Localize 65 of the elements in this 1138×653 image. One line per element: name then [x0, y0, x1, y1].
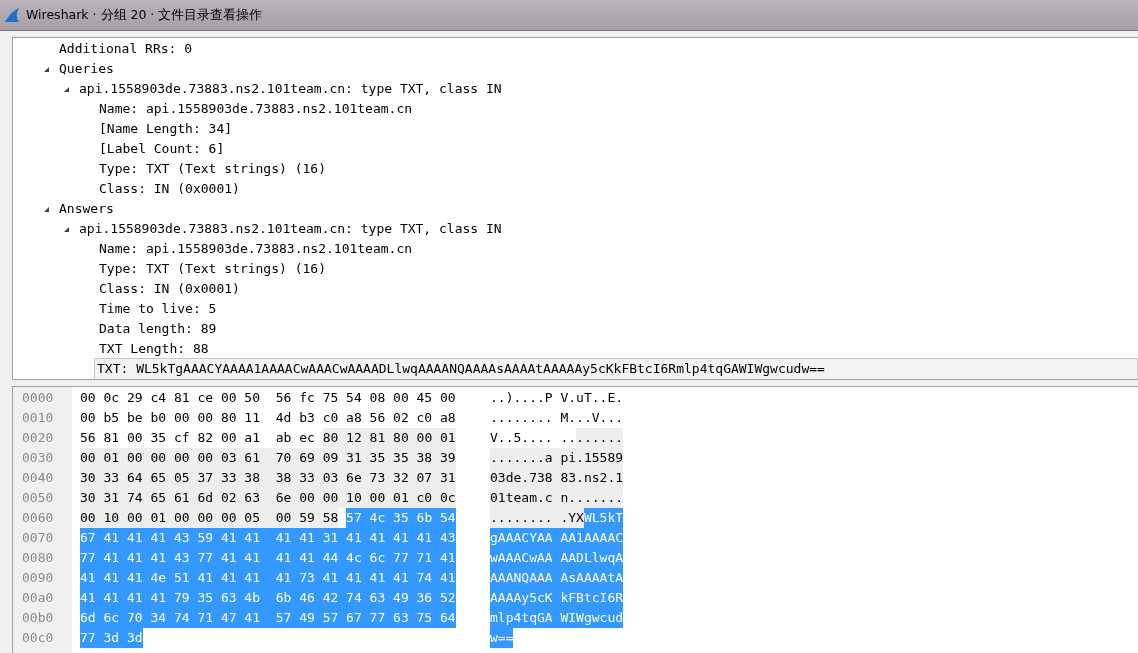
hex-bytes: 00 10 00 01 00 00 00 05 00 59 58: [80, 508, 339, 528]
ascii-text: gAAACYAA AA1AAAAC: [490, 528, 624, 548]
byte-offset: 0090: [22, 569, 55, 587]
expanded-arrow-icon[interactable]: [63, 225, 70, 233]
ascii-text: ........ .YX: [490, 508, 584, 528]
tree-item[interactable]: api.1558903de.73883.ns2.101team.cn: type TXT, class IN: [77, 219, 504, 239]
hex-bytes: 30 31 74 65 61 6d 02 63 6e 00 00 10 00 01 c0 0c: [80, 488, 456, 508]
byte-offset: 00a0: [22, 589, 55, 607]
ascii-text: 03de.738 83.ns2.1: [490, 468, 624, 488]
byte-offset: 0000: [22, 389, 55, 407]
hex-bytes: 30 33 64 65 05 37 33 38 38 33 03 6e 73 32 07 31: [80, 468, 456, 488]
ascii-text: wAAACwAA AADLlwqA: [490, 548, 624, 568]
tree-item[interactable]: TXT: WL5kTgAAACYAAAA1AAAACwAAACwAAAADLlwqAAAANQAAAAsAAAAtAAAAAy5cKkFBtcI6Rmlp4tqGAWIWgwcudw==: [94, 358, 1138, 379]
ascii-text: 01team.c n.......: [490, 488, 624, 508]
byte-offset: 0080: [22, 549, 55, 567]
byte-offset: 00c0: [22, 629, 55, 647]
hex-bytes: 57 4c 35 6b 54: [346, 508, 456, 528]
tree-item[interactable]: Type: TXT (Text strings) (16): [97, 259, 328, 279]
hex-bytes: 00 0c 29 c4 81 ce 00 50 56 fc 75 54 08 00 45 00: [80, 389, 456, 407]
ascii-text: .......a pi.15589: [490, 448, 624, 468]
ascii-text: ..)....P V.uT..E.: [490, 389, 624, 407]
hex-bytes: 41 41 41 4e 51 41 41 41 41 73 41 41 41 41 74 41: [80, 568, 456, 588]
ascii-text: mlp4tqGA WIWgwcud: [490, 608, 624, 628]
tree-item[interactable]: [Label Count: 6]: [97, 139, 227, 159]
hex-bytes: 77 3d 3d: [80, 628, 143, 648]
hex-bytes: 41 41 41 41 79 35 63 4b 6b 46 42 74 63 49 36 52: [80, 588, 456, 608]
tree-item[interactable]: TXT Length: 88: [97, 339, 211, 359]
expanded-arrow-icon[interactable]: [63, 85, 70, 93]
byte-offset: 0060: [22, 509, 55, 527]
hex-bytes: 6d 6c 70 34 74 71 47 41 57 49 57 67 77 63 75 64: [80, 608, 456, 628]
tree-item[interactable]: Additional RRs: 0: [57, 39, 195, 59]
ascii-text: AAAAy5cK kFBtcI6R: [490, 588, 624, 608]
ascii-text: ........ M...V...: [490, 409, 624, 427]
hex-bytes: 77 41 41 41 43 77 41 41 41 41 44 4c 6c 77 71 41: [80, 548, 456, 568]
hex-bytes: 67 41 41 41 43 59 41 41 41 41 31 41 41 41 41 43: [80, 528, 456, 548]
byte-offset: 0040: [22, 469, 55, 487]
byte-offset: 0030: [22, 449, 55, 467]
hex-bytes: 56 81 00 35 cf 82 00 a1 ab ec: [80, 429, 315, 447]
ascii-text: ......: [576, 428, 624, 448]
expanded-arrow-icon[interactable]: [43, 65, 50, 73]
tree-item[interactable]: Time to live: 5: [97, 299, 219, 319]
tree-item[interactable]: Queries: [57, 59, 116, 79]
tree-item[interactable]: Type: TXT (Text strings) (16): [97, 159, 328, 179]
byte-offset: 0070: [22, 529, 55, 547]
byte-offset: 0010: [22, 409, 55, 427]
hex-bytes: 00 01 00 00 00 00 03 61 70 69 09 31 35 35 38 39: [80, 448, 456, 468]
hex-bytes: 80 12 81 80 00 01: [322, 428, 456, 448]
tree-item[interactable]: Answers: [57, 199, 116, 219]
tree-item[interactable]: Name: api.1558903de.73883.ns2.101team.cn: [97, 99, 415, 119]
tree-item[interactable]: Class: IN (0x0001): [97, 279, 242, 299]
hex-bytes: 00 b5 be b0 00 00 80 11 4d b3 c0 a8 56 02 c0 a8: [80, 409, 456, 427]
ascii-text: AAANQAAA AsAAAAtA: [490, 568, 624, 588]
tree-item[interactable]: Data length: 89: [97, 319, 219, 339]
tree-item[interactable]: Class: IN (0x0001): [97, 179, 242, 199]
expanded-arrow-icon[interactable]: [43, 205, 50, 213]
byte-offset: 0050: [22, 489, 55, 507]
tree-item[interactable]: Name: api.1558903de.73883.ns2.101team.cn: [97, 239, 415, 259]
window-title: Wireshark · 分组 20 · 文件目录查看操作: [26, 6, 263, 24]
byte-offset: 00b0: [22, 609, 55, 627]
shark-fin-icon: [4, 7, 20, 23]
ascii-text: V..5.... ..: [490, 429, 577, 447]
tree-item[interactable]: [Name Length: 34]: [97, 119, 235, 139]
ascii-text: w==: [490, 628, 514, 648]
tree-item[interactable]: api.1558903de.73883.ns2.101team.cn: type TXT, class IN: [77, 79, 504, 99]
byte-offset: 0020: [22, 429, 55, 447]
